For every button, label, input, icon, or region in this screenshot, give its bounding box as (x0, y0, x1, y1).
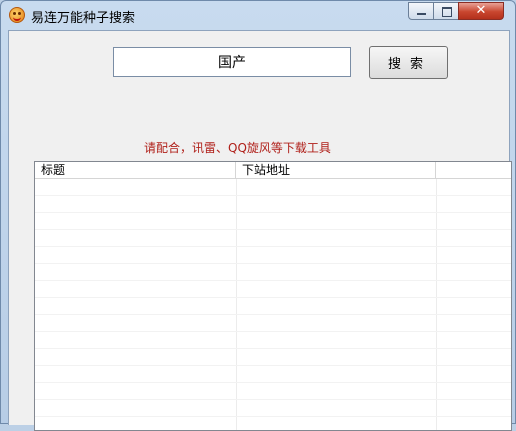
maximize-button[interactable] (433, 2, 459, 20)
list-item (35, 196, 511, 213)
list-item (35, 366, 511, 383)
list-item (35, 315, 511, 332)
smiley-face-icon (9, 7, 25, 23)
close-icon: ✕ (475, 3, 487, 18)
list-item (35, 281, 511, 298)
list-item (35, 349, 511, 366)
list-item (35, 247, 511, 264)
list-item (35, 179, 511, 196)
list-item (35, 383, 511, 400)
column-header-empty[interactable] (436, 162, 511, 178)
list-item (35, 417, 511, 430)
minimize-icon (417, 13, 426, 15)
download-tool-hint: 请配合，讯雷、QQ旋风等下载工具 (144, 141, 331, 155)
list-header: 标题 下站地址 (35, 162, 511, 179)
results-list[interactable]: 标题 下站地址 (34, 161, 512, 431)
window-title: 易连万能种子搜索 (31, 11, 136, 26)
minimize-button[interactable] (408, 2, 434, 20)
list-item (35, 213, 511, 230)
list-item (35, 264, 511, 281)
column-header-title[interactable]: 标题 (35, 162, 236, 178)
list-item (35, 230, 511, 247)
search-button[interactable]: 搜索 (369, 46, 448, 79)
results-rows (35, 179, 511, 430)
close-button[interactable]: ✕ (458, 2, 504, 20)
title-bar[interactable]: 易连万能种子搜索 ✕ (1, 1, 515, 29)
maximize-icon (442, 7, 452, 17)
search-input[interactable] (113, 47, 351, 77)
column-header-download-url[interactable]: 下站地址 (236, 162, 436, 178)
client-area: 搜索 请配合，讯雷、QQ旋风等下载工具 标题 下站地址 (8, 30, 512, 431)
list-item (35, 298, 511, 315)
main-window: 易连万能种子搜索 ✕ 搜索 请配合，讯雷、QQ旋风等下载工具 标题 下站地址 (0, 0, 516, 431)
list-item (35, 332, 511, 349)
list-item (35, 400, 511, 417)
